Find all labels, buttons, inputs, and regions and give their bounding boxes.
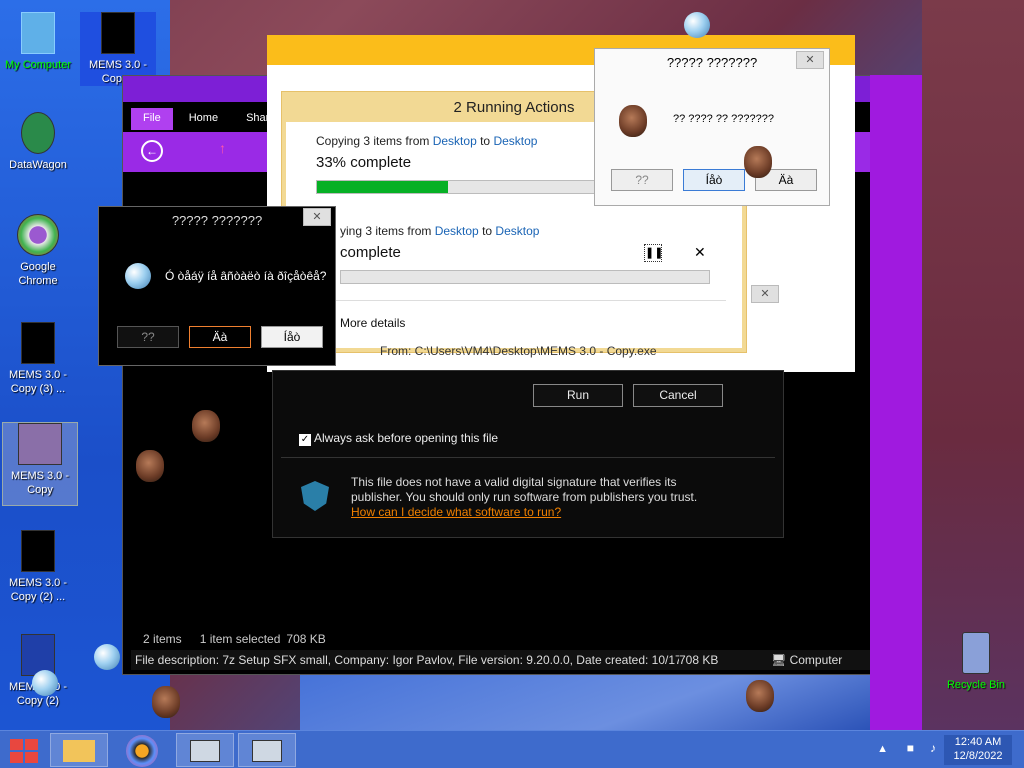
desktop-wallpaper-right [922, 0, 1024, 730]
desktop-icon-google-chrome[interactable]: Google Chrome [0, 214, 76, 288]
dialog-button-yes[interactable]: Äà [189, 326, 251, 348]
setup-icon [190, 740, 220, 762]
dialog-title: ????? ??????? [666, 54, 758, 70]
security-warning-text: This file does not have a valid digital … [351, 475, 698, 519]
dialog-button-1[interactable]: ?? [117, 326, 179, 348]
gem-icon [684, 12, 710, 38]
face-icon [136, 450, 164, 482]
dialog-message: ?? ???? ?? ??????? [673, 113, 774, 125]
desktop-icon-mems-copy-2-dots[interactable]: MEMS 3.0 - Copy (2) ... [0, 530, 76, 604]
setup-icon [252, 740, 282, 762]
computer-icon [21, 12, 55, 54]
magenta-panel [870, 75, 922, 730]
datawagon-icon [21, 112, 55, 154]
taskbar-file-explorer[interactable] [50, 733, 108, 767]
close-icon[interactable]: ✕ [694, 244, 706, 261]
up-arrow-icon[interactable]: ↑ [219, 140, 226, 156]
browser-icon[interactable] [126, 735, 158, 767]
desktop-icon-recycle-bin[interactable]: Recycle Bin [938, 632, 1014, 692]
chrome-icon [17, 214, 59, 256]
tab-home[interactable]: Home [177, 108, 230, 130]
divider [281, 457, 775, 458]
close-icon[interactable]: ✕ [303, 208, 331, 226]
shield-icon [301, 481, 329, 511]
tray-chevron-icon[interactable]: ▲ [877, 743, 888, 755]
recycle-bin-icon [962, 632, 990, 674]
gem-icon [125, 263, 151, 289]
copy-op2-text: ying 3 items from Desktop to Desktop [340, 224, 540, 238]
pause-icon[interactable]: ❚❚ [644, 244, 663, 262]
face-icon [746, 680, 774, 712]
dialog-title: ????? ??????? [171, 212, 263, 228]
explorer-ribbon: File Home Shar [131, 108, 281, 130]
tab-file[interactable]: File [131, 108, 173, 130]
folder-icon [63, 740, 95, 762]
face-icon [152, 686, 180, 718]
copy-op2-progress-bar [340, 270, 710, 284]
help-link[interactable]: How can I decide what software to run? [351, 505, 561, 519]
cat-icon [18, 423, 62, 465]
copy-op1-text: Copying 3 items from Desktop to Desktop [316, 134, 538, 148]
dialog-button-no[interactable]: Íåò [261, 326, 323, 348]
face-icon [619, 105, 647, 137]
dialog-button-1[interactable]: ?? [611, 169, 673, 191]
file-icon [21, 322, 55, 364]
message-box-right: ????? ??????? ?? ???? ?? ??????? ?? Íåò … [594, 48, 830, 206]
more-details-link[interactable]: More details [340, 316, 405, 330]
close-icon[interactable]: ✕ [796, 51, 824, 69]
taskbar-setup-1[interactable] [176, 733, 234, 767]
desktop-icon-my-computer[interactable]: My Computer [0, 12, 76, 72]
network-icon[interactable]: ■ [907, 741, 914, 755]
volume-icon[interactable]: ♪ [930, 741, 936, 755]
face-icon [744, 146, 772, 178]
checkbox-checked-icon[interactable]: ✓ [299, 434, 311, 446]
desktop-icon-mems-copy-3[interactable]: MEMS 3.0 - Copy (3) ... [0, 322, 76, 396]
gem-icon [32, 670, 58, 696]
dest-link[interactable]: Desktop [493, 134, 537, 148]
file-icon [101, 12, 135, 54]
archive-icon [21, 634, 55, 676]
face-icon [192, 410, 220, 442]
divider [322, 300, 726, 301]
explorer-status: 2 items 1 item selected 708 KB [143, 632, 326, 646]
close-icon[interactable]: ✕ [751, 285, 779, 303]
dialog-button-no[interactable]: Íåò [683, 169, 745, 191]
computer-label: 🖥 Computer [771, 653, 843, 667]
cancel-button[interactable]: Cancel [633, 384, 723, 407]
back-arrow-icon[interactable]: ← [141, 140, 163, 162]
progress-fill [317, 181, 449, 193]
copy-op1-percent: 33% complete [316, 154, 412, 171]
run-button[interactable]: Run [533, 384, 623, 407]
source-link[interactable]: Desktop [433, 134, 477, 148]
taskbar: ▲ ■ ♪ 12:40 AM 12/8/2022 [0, 730, 1024, 768]
taskbar-clock[interactable]: 12:40 AM 12/8/2022 [944, 735, 1012, 765]
gem-icon [94, 644, 120, 670]
desktop-icon-datawagon[interactable]: DataWagon [0, 112, 76, 172]
message-box-left: ????? ??????? Ó òåáÿ íå âñòàëò íà ðîçåòê… [98, 206, 336, 366]
explorer-details-bar: File description: 7z Setup SFX small, Co… [131, 650, 921, 670]
file-icon [21, 530, 55, 572]
security-warning-panel: Run Cancel ✓ Always ask before opening th… [272, 370, 784, 538]
always-ask-checkbox[interactable]: ✓ Always ask before opening this file [299, 431, 498, 446]
taskbar-setup-2[interactable] [238, 733, 296, 767]
desktop-icon-mems-copy-selected[interactable]: MEMS 3.0 - Copy [2, 422, 78, 506]
dialog-message: Ó òåáÿ íå âñòàëò íà ðîçåòêå? [165, 269, 327, 283]
file-path: From: C:\Users\VM4\Desktop\MEMS 3.0 - Co… [380, 344, 657, 358]
start-windows-icon[interactable] [10, 739, 38, 763]
copy-op2-percent: complete [340, 244, 401, 261]
